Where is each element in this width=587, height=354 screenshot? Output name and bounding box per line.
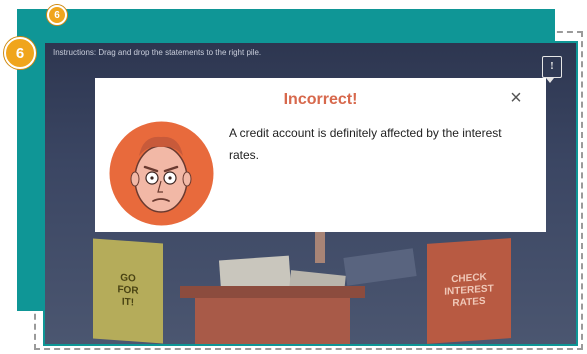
feedback-message: A credit account is definitely affected … bbox=[229, 126, 502, 162]
badge-large-label: 6 bbox=[15, 44, 25, 62]
badge-small-label: 6 bbox=[54, 9, 60, 21]
feedback-title: Incorrect! bbox=[283, 91, 358, 108]
binder-illustration bbox=[343, 248, 417, 286]
close-icon[interactable]: × bbox=[507, 88, 525, 108]
slide-number-badge-small: 6 bbox=[47, 5, 67, 25]
instructions-text: Instructions: Drag and drop the statemen… bbox=[53, 48, 262, 57]
check-interest-rates-label: CHECK INTEREST RATES bbox=[444, 271, 494, 310]
desk-top bbox=[180, 286, 365, 298]
character-avatar bbox=[109, 121, 214, 226]
check-interest-rates-drop-pile[interactable]: CHECK INTEREST RATES bbox=[427, 238, 511, 344]
feedback-dialog: Incorrect! × A credit account is definit… bbox=[95, 78, 546, 232]
go-for-it-label: GO FOR IT! bbox=[117, 272, 139, 309]
desk-body bbox=[195, 298, 350, 344]
slide-number-badge-large: 6 bbox=[4, 37, 36, 69]
go-for-it-drop-pile[interactable]: GO FOR IT! bbox=[93, 238, 163, 344]
info-button[interactable]: ! bbox=[542, 56, 562, 83]
